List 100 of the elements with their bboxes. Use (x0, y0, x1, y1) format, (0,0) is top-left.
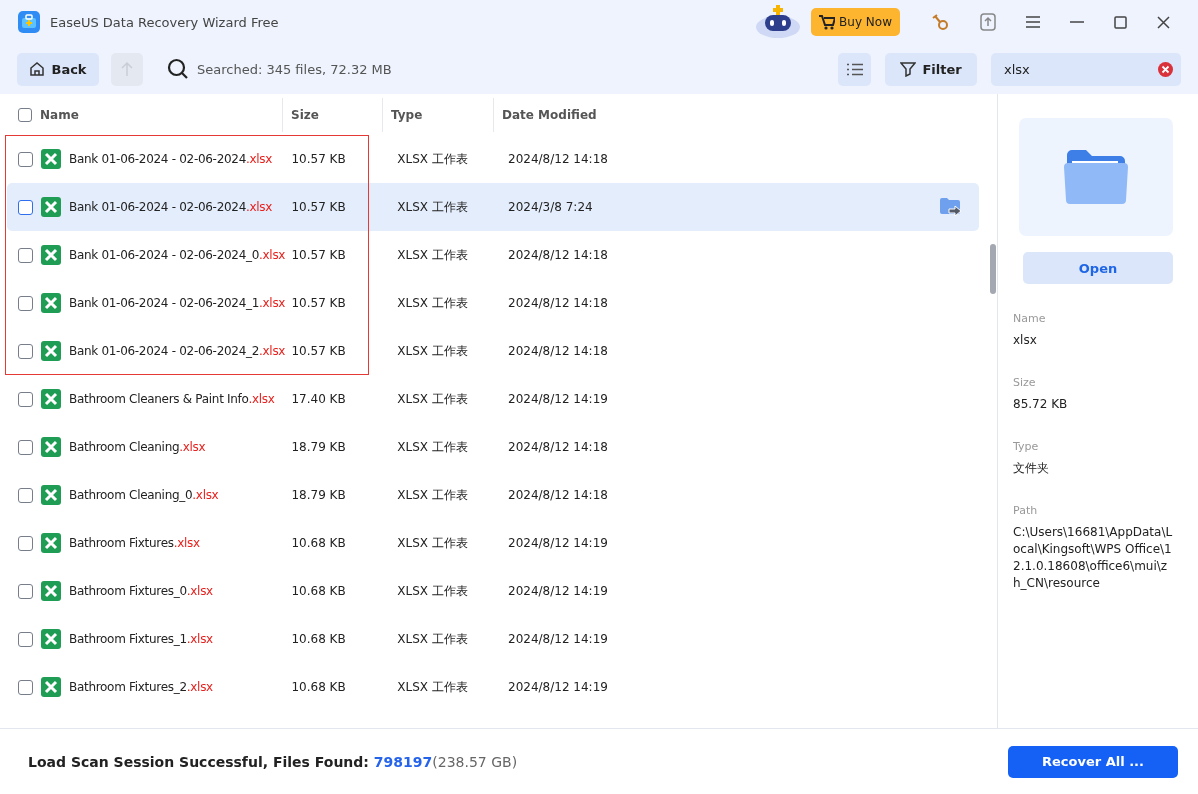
back-button[interactable]: Back (17, 52, 99, 86)
column-header[interactable]: Date Modified (502, 107, 597, 122)
file-row[interactable]: Bathroom Fixtures_2.xlsx 10.68 KB XLSX 工作表 2024/8/12 14:19 (7, 663, 979, 711)
file-row[interactable]: Bathroom Fixtures_0.xlsx 10.68 KB XLSX 工作表 2024/8/12 14:19 (7, 567, 979, 615)
search-icon (167, 58, 189, 80)
menu-icon[interactable] (1026, 16, 1040, 28)
file-name: Bank 01-06-2024 - 02-06-2024_1.xlsx (69, 296, 286, 310)
detail-value: 85.72 KB (1013, 396, 1069, 413)
column-header[interactable]: Size (291, 107, 319, 122)
modified-date: 2024/8/12 14:19 (508, 392, 608, 406)
spreadsheet-file-icon (41, 341, 61, 361)
file-name: Bathroom Fixtures_0.xlsx (69, 584, 213, 598)
select-all-checkbox[interactable] (18, 107, 32, 122)
list-icon (846, 62, 863, 76)
upload-icon[interactable] (980, 13, 996, 31)
row-checkbox[interactable] (18, 583, 33, 599)
file-size: 10.68 KB (291, 680, 346, 694)
column-header[interactable]: Type (391, 107, 423, 122)
file-size: 10.68 KB (291, 632, 346, 646)
window-title: EaseUS Data Recovery Wizard Free (50, 14, 279, 30)
filter-button[interactable]: Filter (885, 52, 977, 86)
spreadsheet-file-icon (41, 245, 61, 265)
row-checkbox[interactable] (18, 631, 33, 647)
file-size: 10.57 KB (291, 152, 346, 166)
detail-value: 文件夹 (1013, 460, 1050, 477)
open-button[interactable]: Open (1023, 252, 1173, 284)
file-row[interactable]: Bathroom Fixtures_1.xlsx 10.68 KB XLSX 工作表 2024/8/12 14:19 (7, 615, 979, 663)
file-name: Bathroom Cleaning.xlsx (69, 440, 206, 454)
maximize-icon[interactable] (1114, 15, 1127, 29)
file-size: 10.57 KB (291, 296, 346, 310)
detail-value: xlsx (1013, 332, 1038, 349)
spreadsheet-file-icon (41, 581, 61, 601)
home-icon (29, 61, 46, 77)
modified-date: 2024/8/12 14:18 (508, 248, 608, 262)
file-type: XLSX 工作表 (397, 151, 468, 166)
row-checkbox[interactable] (18, 295, 33, 311)
status-message: Load Scan Session Successful, Files Found: 798197(238.57 GB) (28, 753, 518, 770)
folder-arrow-icon[interactable] (939, 196, 964, 218)
file-size: 10.57 KB (291, 200, 346, 214)
file-row[interactable]: Bathroom Cleaners & Paint Info.xlsx 17.40 KB XLSX 工作表 2024/8/12 14:19 (7, 375, 979, 423)
spreadsheet-file-icon (41, 677, 61, 697)
file-name: Bathroom Fixtures_2.xlsx (69, 680, 213, 694)
file-size: 10.68 KB (291, 584, 346, 598)
buy-now-button[interactable]: Buy Now (811, 8, 900, 36)
scrollbar-thumb[interactable] (990, 244, 996, 294)
row-checkbox[interactable] (18, 247, 33, 263)
close-icon[interactable] (1157, 15, 1170, 29)
file-type: XLSX 工作表 (397, 199, 468, 214)
file-name: Bank 01-06-2024 - 02-06-2024_2.xlsx (69, 344, 286, 358)
row-checkbox[interactable] (18, 391, 33, 407)
row-checkbox[interactable] (18, 199, 33, 215)
modified-date: 2024/8/12 14:19 (508, 680, 608, 694)
cart-icon (819, 14, 836, 30)
file-type: XLSX 工作表 (397, 631, 468, 646)
app-logo-icon (18, 11, 40, 33)
file-row[interactable]: Bathroom Cleaning_0.xlsx 18.79 KB XLSX 工作表 2024/8/12 14:18 (7, 471, 979, 519)
filter-icon (900, 61, 917, 77)
mascot-icon[interactable] (755, 5, 802, 39)
file-type: XLSX 工作表 (397, 343, 468, 358)
file-name: Bank 01-06-2024 - 02-06-2024.xlsx (69, 152, 273, 166)
spreadsheet-file-icon (41, 533, 61, 553)
detail-label: Size (1013, 376, 1037, 389)
detail-value: C:\Users\16681\AppData\Local\Kingsoft\WPS Office\12.1.0.18608\office6\mui\zh_CN\resource (1013, 524, 1173, 592)
file-name: Bathroom Cleaning_0.xlsx (69, 488, 219, 502)
list-view-button[interactable] (838, 52, 871, 86)
detail-label: Path (1013, 504, 1039, 517)
spreadsheet-file-icon (41, 389, 61, 409)
modified-date: 2024/8/12 14:19 (508, 632, 608, 646)
file-type: XLSX 工作表 (397, 535, 468, 550)
row-checkbox[interactable] (18, 151, 33, 167)
file-row[interactable]: Bank 01-06-2024 - 02-06-2024_0.xlsx 10.57 KB XLSX 工作表 2024/8/12 14:18 (7, 231, 979, 279)
file-name: Bathroom Fixtures.xlsx (69, 536, 200, 550)
spreadsheet-file-icon (41, 149, 61, 169)
modified-date: 2024/8/12 14:18 (508, 152, 608, 166)
row-checkbox[interactable] (18, 487, 33, 503)
file-name: Bathroom Cleaners & Paint Info.xlsx (69, 392, 275, 406)
file-row[interactable]: Bank 01-06-2024 - 02-06-2024_1.xlsx 10.57 KB XLSX 工作表 2024/8/12 14:18 (7, 279, 979, 327)
file-name: Bank 01-06-2024 - 02-06-2024.xlsx (69, 200, 273, 214)
file-row[interactable]: Bank 01-06-2024 - 02-06-2024.xlsx 10.57 KB XLSX 工作表 2024/3/8 7:24 (7, 183, 979, 231)
row-checkbox[interactable] (18, 535, 33, 551)
clear-icon[interactable] (1158, 61, 1173, 77)
file-row[interactable]: Bathroom Fixtures.xlsx 10.68 KB XLSX 工作表 2024/8/12 14:19 (7, 519, 979, 567)
spreadsheet-file-icon (41, 485, 61, 505)
recover-all-button[interactable]: Recover All ... (1008, 745, 1178, 778)
file-row[interactable]: Bank 01-06-2024 - 02-06-2024_2.xlsx 10.57 KB XLSX 工作表 2024/8/12 14:18 (7, 327, 979, 375)
key-icon[interactable] (932, 13, 950, 31)
file-row[interactable]: Bathroom Cleaning.xlsx 18.79 KB XLSX 工作表 2024/8/12 14:18 (7, 423, 979, 471)
row-checkbox[interactable] (18, 439, 33, 455)
detail-label: Type (1013, 440, 1040, 453)
spreadsheet-file-icon (41, 293, 61, 313)
column-header[interactable]: Name (40, 107, 79, 122)
row-checkbox[interactable] (18, 679, 33, 695)
detail-label: Name (1013, 312, 1047, 325)
file-size: 10.57 KB (291, 344, 346, 358)
file-size: 18.79 KB (291, 488, 346, 502)
file-row[interactable]: Bank 01-06-2024 - 02-06-2024.xlsx 10.57 KB XLSX 工作表 2024/8/12 14:18 (7, 135, 979, 183)
file-size: 18.79 KB (291, 440, 346, 454)
row-checkbox[interactable] (18, 343, 33, 359)
search-field[interactable]: xlsx (991, 52, 1181, 86)
file-size: 10.68 KB (291, 536, 346, 550)
